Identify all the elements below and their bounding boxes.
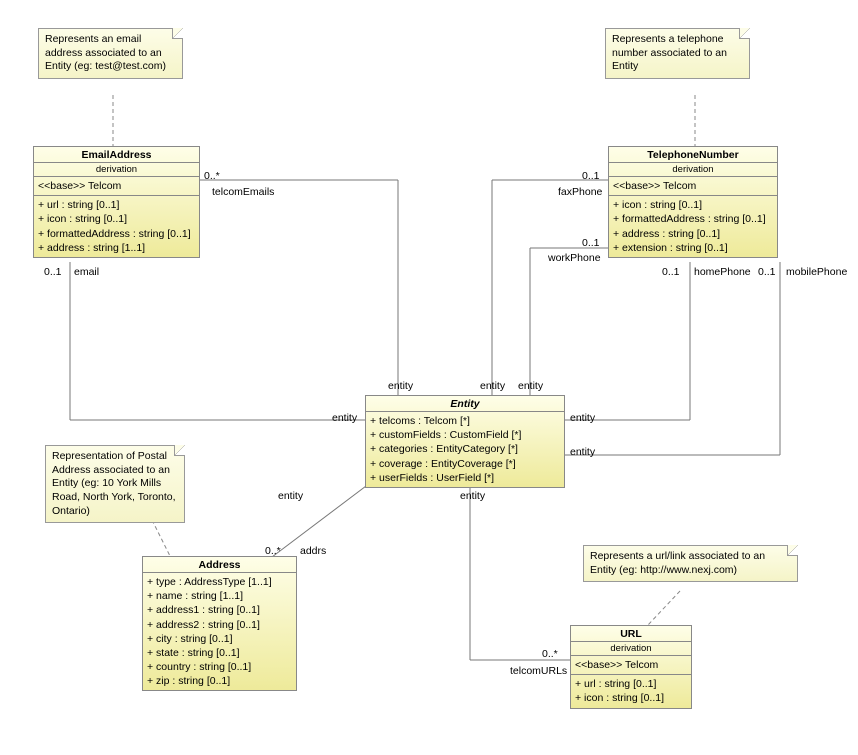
role-label: entity [480,380,505,392]
mult-label: 0..1 [582,170,600,182]
note-text: Represents a telephone number associated… [612,33,727,72]
class-url: URL derivation <<base>> Telcom + url : s… [570,625,692,709]
class-subtitle: derivation [609,163,777,177]
role-label: entity [460,490,485,502]
class-address: Address + type : AddressType [1..1] + na… [142,556,297,691]
mult-label: 0..* [542,648,558,660]
diagram-lines [0,0,858,755]
role-label: entity [332,412,357,424]
attr: + customFields : CustomField [*] [370,428,560,442]
attr: + url : string [0..1] [575,677,687,691]
class-telephone-number: TelephoneNumber derivation <<base>> Telc… [608,146,778,258]
class-subtitle: derivation [34,163,199,177]
attr: + address2 : string [0..1] [147,618,292,632]
role-label: email [74,266,99,278]
role-label: mobilePhone [786,266,847,278]
attr: + extension : string [0..1] [613,241,773,255]
role-label: addrs [300,545,326,557]
role-label: workPhone [548,252,601,264]
attr: + city : string [0..1] [147,632,292,646]
class-subtitle: derivation [571,642,691,656]
class-base: <<base>> Telcom [613,179,773,193]
mult-label: 0..1 [582,237,600,249]
attr: + zip : string [0..1] [147,674,292,688]
role-label: entity [518,380,543,392]
class-entity: Entity + telcoms : Telcom [*] + customFi… [365,395,565,488]
attr: + formattedAddress : string [0..1] [38,227,195,241]
class-name: EmailAddress [34,147,199,163]
note-url: Represents a url/link associated to an E… [583,545,798,582]
class-base: <<base>> Telcom [575,658,687,672]
role-label: entity [570,412,595,424]
note-telephone: Represents a telephone number associated… [605,28,750,79]
class-name: TelephoneNumber [609,147,777,163]
attr: + address1 : string [0..1] [147,603,292,617]
note-email: Represents an email address associated t… [38,28,183,79]
attr: + icon : string [0..1] [575,691,687,705]
role-label: telcomEmails [212,186,274,198]
role-label: faxPhone [558,186,602,198]
mult-label: 0..1 [662,266,680,278]
attr: + icon : string [0..1] [38,212,195,226]
class-name: Entity [366,396,564,412]
mult-label: 0..1 [44,266,62,278]
class-email-address: EmailAddress derivation <<base>> Telcom … [33,146,200,258]
attr: + formattedAddress : string [0..1] [613,212,773,226]
role-label: entity [570,446,595,458]
attr: + telcoms : Telcom [*] [370,414,560,428]
attr: + address : string [1..1] [38,241,195,255]
attr: + name : string [1..1] [147,589,292,603]
role-label: entity [278,490,303,502]
attr: + address : string [0..1] [613,227,773,241]
class-name: URL [571,626,691,642]
role-label: telcomURLs [510,665,567,677]
mult-label: 0..* [265,545,281,557]
role-label: homePhone [694,266,751,278]
class-base: <<base>> Telcom [38,179,195,193]
mult-label: 0..* [204,170,220,182]
role-label: entity [388,380,413,392]
class-name: Address [143,557,296,573]
mult-label: 0..1 [758,266,776,278]
note-text: Represents a url/link associated to an E… [590,550,765,576]
attr: + country : string [0..1] [147,660,292,674]
attr: + categories : EntityCategory [*] [370,442,560,456]
attr: + coverage : EntityCoverage [*] [370,457,560,471]
attr: + url : string [0..1] [38,198,195,212]
attr: + userFields : UserField [*] [370,471,560,485]
attr: + icon : string [0..1] [613,198,773,212]
note-text: Representation of Postal Address associa… [52,450,176,517]
note-text: Represents an email address associated t… [45,33,166,72]
attr: + type : AddressType [1..1] [147,575,292,589]
note-address: Representation of Postal Address associa… [45,445,185,523]
attr: + state : string [0..1] [147,646,292,660]
